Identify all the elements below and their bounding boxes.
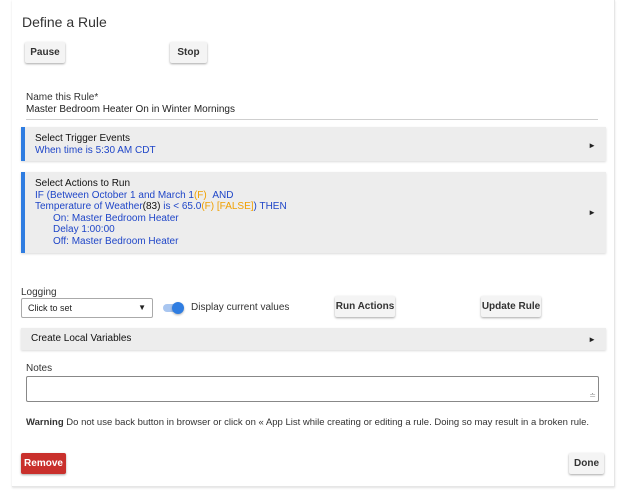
- remove-button[interactable]: Remove: [21, 453, 66, 474]
- notes-textarea[interactable]: ≐: [26, 376, 599, 402]
- run-actions-button[interactable]: Run Actions: [335, 296, 395, 317]
- local-variables-title: Create Local Variables: [31, 333, 132, 344]
- action-item: Off: Master Bedroom Heater: [53, 235, 179, 247]
- expand-arrow-icon: ►: [588, 208, 596, 217]
- condition-state: (F) [FALSE]: [201, 201, 254, 212]
- warning-text: Do not use back button in browser or cli…: [63, 417, 590, 428]
- trigger-events-panel[interactable]: Select Trigger Events When time is 5:30 …: [21, 127, 606, 161]
- pause-button[interactable]: Pause: [25, 42, 65, 63]
- condition-comparison: is < 65.0: [160, 201, 202, 212]
- action-item: On: Master Bedroom Heater: [53, 212, 179, 224]
- expand-arrow-icon: ►: [588, 141, 596, 150]
- trigger-events-title: Select Trigger Events: [35, 133, 131, 144]
- actions-title: Select Actions to Run: [35, 178, 131, 189]
- logging-label: Logging: [21, 287, 57, 298]
- resize-grip-icon[interactable]: ≐: [589, 391, 596, 400]
- toggle-knob[interactable]: [172, 302, 184, 314]
- page-title: Define a Rule: [22, 14, 107, 30]
- rule-name-label: Name this Rule*: [26, 92, 99, 103]
- display-values-label: Display current values: [191, 302, 290, 313]
- warning-message: Warning Do not use back button in browse…: [26, 417, 589, 428]
- logging-select[interactable]: Click to set ▼: [21, 298, 153, 318]
- condition-text: IF (Between October 1 and March 1: [35, 189, 194, 201]
- stop-button[interactable]: Stop: [170, 42, 207, 63]
- condition-unit: (F): [193, 189, 207, 201]
- local-variables-panel[interactable]: Create Local Variables ►: [21, 328, 606, 350]
- done-button[interactable]: Done: [569, 453, 604, 474]
- expand-arrow-icon: ►: [588, 335, 596, 344]
- trigger-summary: When time is 5:30 AM CDT: [35, 144, 156, 156]
- condition-and: AND: [212, 189, 234, 201]
- action-item: Delay 1:00:00: [53, 224, 115, 235]
- rule-name-input[interactable]: Master Bedroom Heater On in Winter Morni…: [26, 104, 598, 120]
- dropdown-arrow-icon: ▼: [138, 303, 146, 312]
- condition-current-value: (83): [142, 201, 161, 212]
- condition-then: ) THEN: [253, 201, 287, 212]
- actions-panel[interactable]: Select Actions to Run IF (Between Octobe…: [21, 172, 606, 253]
- logging-select-value: Click to set: [28, 303, 73, 313]
- condition-device: Temperature of Weather: [35, 201, 143, 212]
- notes-label: Notes: [26, 363, 53, 374]
- warning-title: Warning: [26, 417, 64, 428]
- update-rule-button[interactable]: Update Rule: [481, 296, 541, 317]
